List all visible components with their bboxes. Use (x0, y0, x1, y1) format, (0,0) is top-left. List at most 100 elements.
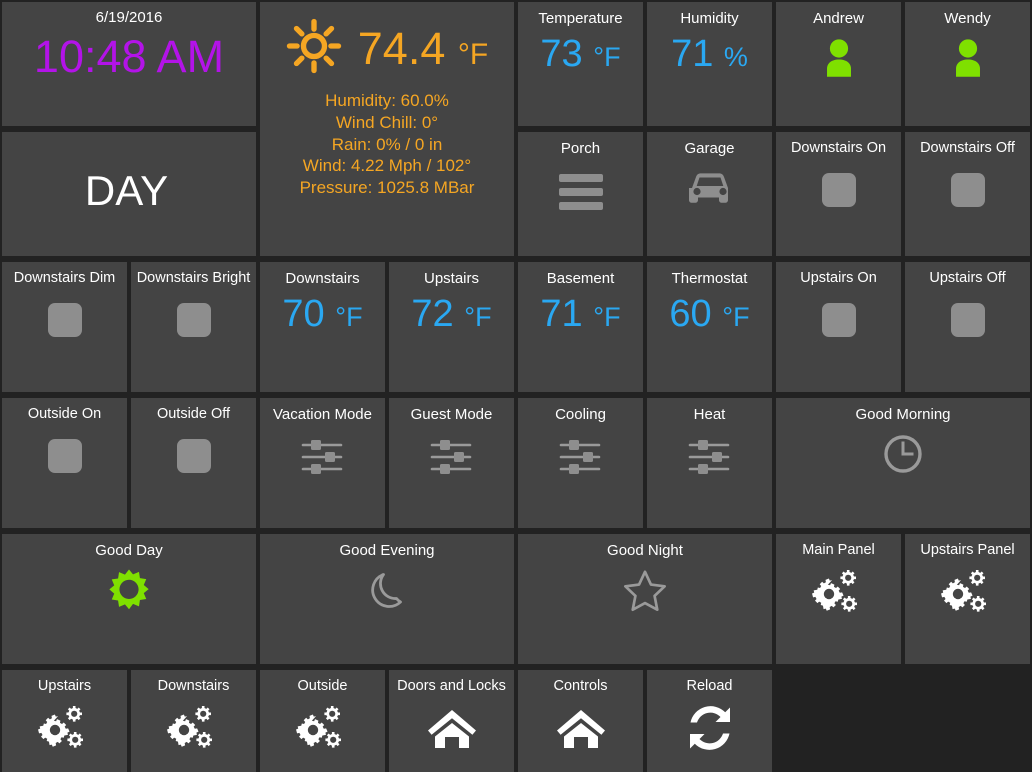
presence-tile-andrew[interactable]: Andrew (776, 2, 901, 126)
switch-label: Downstairs Off (920, 140, 1015, 156)
square-button-icon[interactable] (47, 438, 82, 473)
square-button-icon[interactable] (47, 302, 82, 337)
opening-tile-garage[interactable]: Garage (647, 132, 772, 256)
switch-label: Upstairs Off (929, 270, 1006, 286)
scene-label: Good Morning (855, 406, 951, 423)
scene-tile-good-day[interactable]: Good Day (2, 534, 256, 664)
switch-label: Downstairs Dim (13, 270, 116, 286)
clock-time: 10:48 AM (33, 31, 225, 82)
switch-tile-upstairs-on[interactable]: Upstairs On (776, 262, 901, 392)
square-button-icon[interactable] (950, 172, 985, 207)
sensor-tile-humidity[interactable]: Humidity 71 % (647, 2, 772, 126)
square-button-icon[interactable] (950, 302, 985, 337)
sun-burst-icon (106, 568, 152, 619)
mode-tile-cooling[interactable]: Cooling (518, 398, 643, 528)
clock-date: 6/19/2016 (95, 9, 163, 26)
mode-label: Cooling (555, 406, 606, 423)
scene-tile-good-evening[interactable]: Good Evening (260, 534, 514, 664)
mode-tile-heat[interactable]: Heat (647, 398, 772, 528)
dashboard-grid: 6/19/2016 10:48 AM 74.4 °F Humidity: 60.… (0, 0, 1032, 772)
scene-label: Good Night (607, 542, 683, 559)
temperature-tile-downstairs[interactable]: Downstairs 70 °F (260, 262, 385, 392)
temperature-label: Basement (546, 270, 615, 287)
temperature-value: 70 °F (282, 293, 363, 335)
weather-summary: 74.4 °F (260, 2, 514, 79)
clock-tile[interactable]: 6/19/2016 10:48 AM (2, 2, 256, 126)
reload-icon (684, 704, 736, 757)
switch-tile-downstairs-bright[interactable]: Downstairs Bright (131, 262, 256, 392)
nav-label: Upstairs Panel (920, 542, 1015, 558)
day-mode-label: DAY (84, 167, 169, 214)
sliders-icon (300, 438, 346, 481)
mode-label: Guest Mode (410, 406, 493, 423)
switch-label: Outside Off (156, 406, 231, 422)
presence-label: Wendy (944, 10, 991, 27)
opening-label: Garage (684, 140, 735, 157)
weather-detail-wind-chill: Wind Chill: 0° (335, 112, 439, 132)
nav-label: Main Panel (802, 542, 875, 558)
sensor-label: Humidity (680, 10, 739, 27)
nav-label: Controls (553, 678, 608, 694)
moon-icon (365, 568, 409, 617)
star-icon (622, 568, 668, 619)
gears-icon (940, 568, 995, 623)
temperature-value: 72 °F (411, 293, 492, 335)
weather-details: Humidity: 60.0% Wind Chill: 0° Rain: 0% … (300, 79, 475, 199)
temperature-tile-upstairs[interactable]: Upstairs 72 °F (389, 262, 514, 392)
gears-icon (37, 704, 92, 759)
temperature-value: 60 °F (669, 293, 750, 335)
nav-label: Outside (297, 678, 348, 694)
opening-label: Porch (560, 140, 601, 157)
nav-tile-outside[interactable]: Outside (260, 670, 385, 772)
sensor-tile-temperature[interactable]: Temperature 73 °F (518, 2, 643, 126)
scene-label: Good Evening (339, 542, 435, 559)
nav-tile-upstairs-panel[interactable]: Upstairs Panel (905, 534, 1030, 664)
temperature-value: 71 °F (540, 293, 621, 335)
switch-tile-downstairs-dim[interactable]: Downstairs Dim (2, 262, 127, 392)
sliders-icon (429, 438, 475, 481)
nav-tile-doors-and-locks[interactable]: Doors and Locks (389, 670, 514, 772)
clock-icon (881, 432, 925, 481)
switch-label: Upstairs On (800, 270, 877, 286)
mode-tile-vacation-mode[interactable]: Vacation Mode (260, 398, 385, 528)
sensor-value: 73 °F (540, 33, 621, 75)
switch-label: Outside On (27, 406, 102, 422)
switch-tile-downstairs-off[interactable]: Downstairs Off (905, 132, 1030, 256)
sensor-value: 71 % (671, 33, 748, 75)
switch-tile-outside-off[interactable]: Outside Off (131, 398, 256, 528)
presence-tile-wendy[interactable]: Wendy (905, 2, 1030, 126)
switch-tile-outside-on[interactable]: Outside On (2, 398, 127, 528)
nav-label: Downstairs (157, 678, 230, 694)
nav-tile-controls[interactable]: Controls (518, 670, 643, 772)
switch-label: Downstairs Bright (136, 270, 251, 286)
temperature-label: Thermostat (671, 270, 748, 287)
sensor-label: Temperature (538, 10, 623, 27)
weather-detail-pressure: Pressure: 1025.8 MBar (299, 178, 475, 197)
sun-icon (286, 18, 342, 79)
square-button-icon[interactable] (821, 172, 856, 207)
day-mode-tile[interactable]: DAY (2, 132, 251, 250)
nav-tile-reload[interactable]: Reload (647, 670, 772, 772)
switch-tile-upstairs-off[interactable]: Upstairs Off (905, 262, 1030, 392)
nav-tile-main-panel[interactable]: Main Panel (776, 534, 901, 664)
house-icon (555, 704, 607, 757)
switch-label: Downstairs On (790, 140, 887, 156)
gears-icon (295, 704, 350, 759)
mode-tile-guest-mode[interactable]: Guest Mode (389, 398, 514, 528)
weather-tile[interactable]: 74.4 °F Humidity: 60.0% Wind Chill: 0° R… (260, 2, 514, 256)
switch-tile-downstairs-on[interactable]: Downstairs On (776, 132, 901, 256)
weather-temperature: 74.4 °F (357, 23, 489, 74)
temperature-label: Downstairs (285, 270, 360, 287)
nav-tile-upstairs[interactable]: Upstairs (2, 670, 127, 772)
scene-tile-good-night[interactable]: Good Night (518, 534, 772, 664)
square-button-icon[interactable] (176, 438, 211, 473)
scene-tile-good-morning[interactable]: Good Morning (776, 398, 1030, 528)
square-button-icon[interactable] (821, 302, 856, 337)
square-button-icon[interactable] (176, 302, 211, 337)
opening-tile-porch[interactable]: Porch (518, 132, 643, 256)
nav-tile-downstairs[interactable]: Downstairs (131, 670, 256, 772)
temperature-tile-basement[interactable]: Basement 71 °F (518, 262, 643, 392)
temperature-tile-thermostat[interactable]: Thermostat 60 °F (647, 262, 772, 392)
blinds-icon (558, 174, 603, 210)
scene-label: Good Day (95, 542, 163, 559)
